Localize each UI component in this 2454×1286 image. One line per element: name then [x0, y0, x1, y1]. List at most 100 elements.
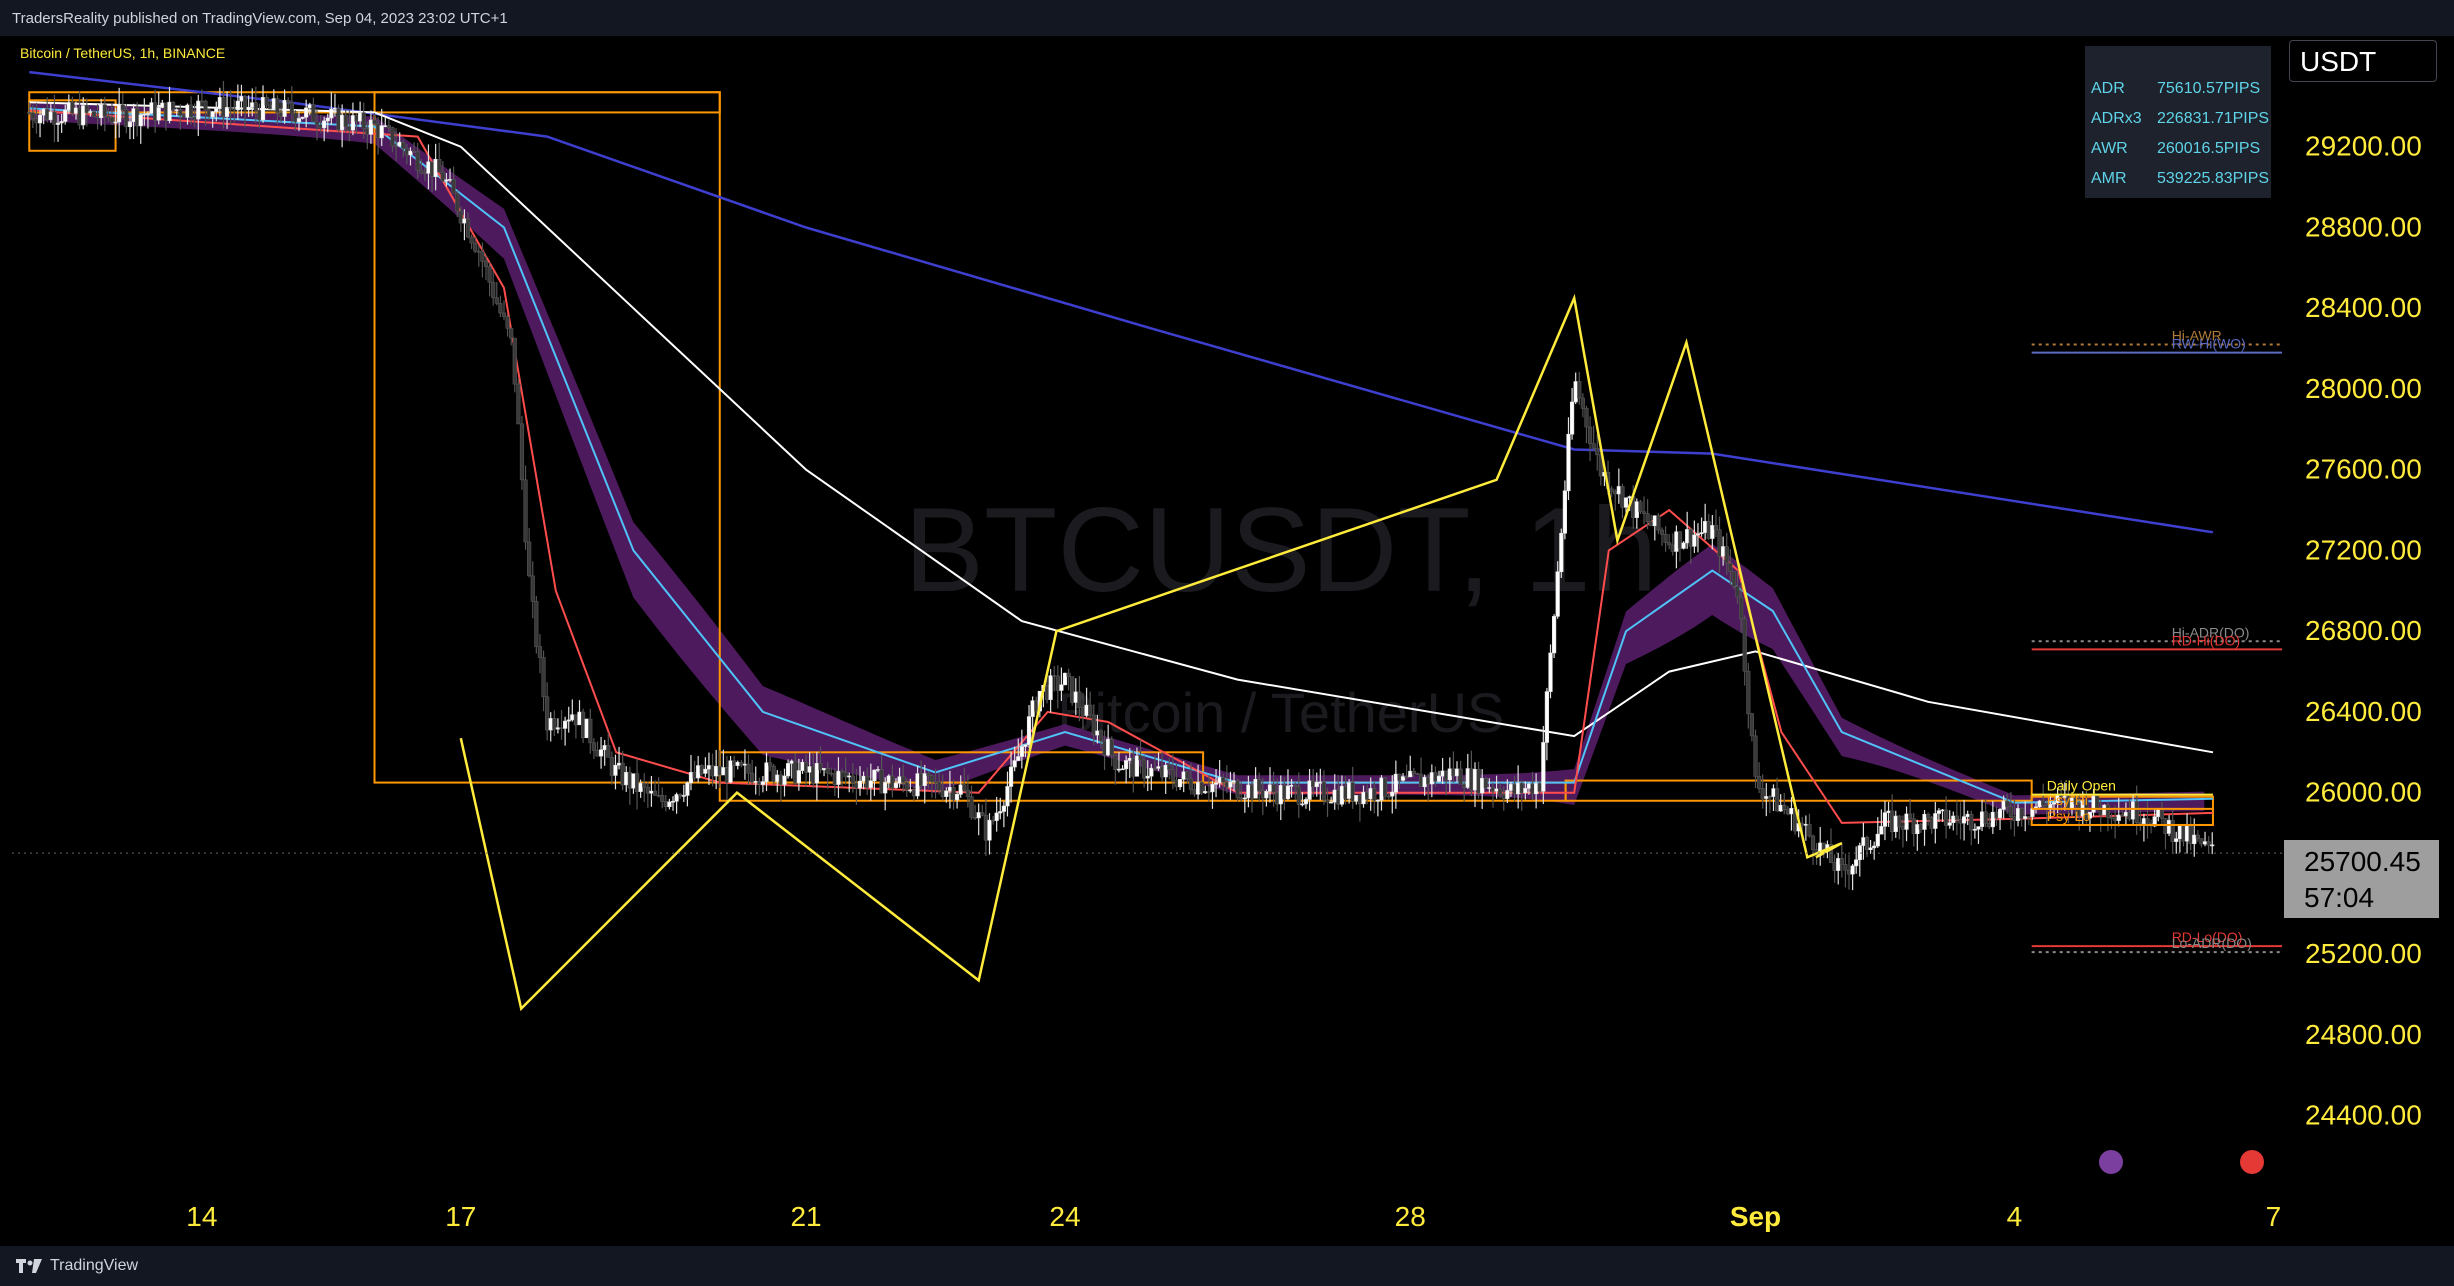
- candle-body: [1066, 672, 1071, 677]
- candle-body: [221, 97, 226, 117]
- candle-body: [1703, 521, 1708, 533]
- tradingview-brand[interactable]: TradingView: [16, 1257, 138, 1275]
- candle-body: [1275, 792, 1280, 805]
- candle-body: [1516, 782, 1521, 795]
- candle-body: [998, 811, 1003, 814]
- candle-body: [1487, 787, 1492, 789]
- candle-body: [199, 100, 204, 103]
- candle-body: [1498, 788, 1503, 796]
- candle-body: [494, 297, 499, 304]
- candle-body: [2023, 816, 2028, 819]
- candle-body: [386, 125, 391, 128]
- candle-body: [1174, 779, 1179, 788]
- adrx3-row: ADRx3 226831.71PIPS: [2091, 110, 2269, 130]
- candle-body: [1199, 782, 1204, 794]
- candle-body: [138, 114, 143, 127]
- candle-body: [34, 118, 39, 124]
- candle-body: [541, 657, 546, 698]
- candle-body: [1490, 787, 1496, 792]
- candle-body: [580, 711, 586, 739]
- candle-body: [2156, 809, 2161, 817]
- candle-body: [1890, 810, 1895, 832]
- candle-body: [2019, 808, 2024, 819]
- candle-body: [1911, 818, 1916, 834]
- y-tick-label: 24800.00: [2305, 1019, 2422, 1050]
- candle-body: [1278, 785, 1283, 805]
- candle-body: [1649, 521, 1654, 527]
- candle-body: [440, 171, 445, 182]
- candle-body: [1055, 675, 1060, 691]
- candle-body: [1077, 691, 1082, 709]
- candle-body: [965, 789, 971, 797]
- candle-body: [933, 781, 938, 784]
- candle-body: [45, 108, 50, 120]
- candle-body: [1321, 781, 1327, 801]
- candle-body: [1534, 783, 1539, 795]
- candle-body: [606, 745, 611, 758]
- candle-body: [1587, 426, 1593, 444]
- y-tick-label: 28400.00: [2305, 292, 2422, 323]
- candle-body: [595, 750, 600, 757]
- candle-body: [1947, 822, 1952, 826]
- candle-body: [1562, 490, 1567, 534]
- candle-body: [1577, 381, 1582, 399]
- currency-button[interactable]: USDT: [2289, 40, 2437, 82]
- candle-body: [1987, 823, 1992, 828]
- candle-body: [1332, 789, 1337, 803]
- candle-body: [1760, 788, 1765, 799]
- y-tick-label: 24400.00: [2305, 1100, 2422, 1131]
- tradingview-logo-icon: [16, 1259, 42, 1273]
- candle-body: [2181, 825, 2186, 842]
- candle-body: [962, 784, 967, 791]
- candle-body: [911, 789, 917, 797]
- candle-body: [1519, 782, 1524, 794]
- bottom-bar: TradingView: [0, 1246, 2454, 1286]
- candle-body: [2008, 806, 2013, 818]
- candle-body: [688, 772, 694, 784]
- candle-body: [706, 765, 712, 770]
- candle-body: [1706, 521, 1711, 539]
- candle-body: [404, 148, 409, 156]
- candle-body: [203, 100, 208, 111]
- candle-body: [2131, 801, 2136, 820]
- candle-body: [1185, 771, 1190, 779]
- candle-body: [1645, 513, 1650, 522]
- watermark-symbol: BTCUSDT, 1h: [904, 483, 1658, 617]
- candle-body: [1318, 781, 1323, 784]
- candle-body: [1382, 777, 1388, 797]
- candle-body: [2120, 814, 2125, 817]
- candle-body: [473, 242, 478, 252]
- candle-body: [703, 768, 708, 774]
- candle-body: [1210, 784, 1215, 793]
- candle-body: [1347, 782, 1352, 799]
- candle-body: [609, 757, 614, 776]
- candle-body: [1267, 784, 1273, 792]
- candle-body: [1102, 740, 1107, 756]
- candle-body: [1936, 810, 1942, 814]
- candle-body: [865, 775, 870, 788]
- candle-body: [113, 121, 118, 124]
- candle-body: [1904, 813, 1909, 830]
- candle-body: [1663, 533, 1668, 543]
- chart-plot-area[interactable]: BTCUSDT, 1h Bitcoin / TetherUS Hi-AWR RW-Hi…: [12, 36, 2282, 1246]
- candle-body: [2127, 812, 2132, 820]
- price-chart[interactable]: BTCUSDT, 1hBitcoin / TetherUSHi-AWRRW-Hi…: [12, 36, 2282, 1246]
- adr-row: ADR 75610.57PIPS: [2091, 80, 2267, 100]
- candle-body: [1404, 776, 1409, 778]
- candle-body: [545, 696, 550, 731]
- candle-body: [721, 767, 726, 776]
- candle-body: [746, 763, 751, 774]
- candle-body: [1206, 791, 1211, 793]
- candle-body: [868, 780, 873, 788]
- candle-body: [836, 770, 841, 785]
- candle-body: [1940, 809, 1945, 812]
- candle-body: [613, 764, 618, 776]
- candle-body: [1713, 525, 1719, 531]
- candle-body: [145, 113, 151, 115]
- candle-body: [1613, 491, 1618, 495]
- candle-body: [2041, 800, 2046, 806]
- candle-body: [750, 772, 755, 783]
- candle-body: [1034, 700, 1039, 712]
- candle-body: [1544, 691, 1550, 743]
- candle-body: [1879, 826, 1884, 835]
